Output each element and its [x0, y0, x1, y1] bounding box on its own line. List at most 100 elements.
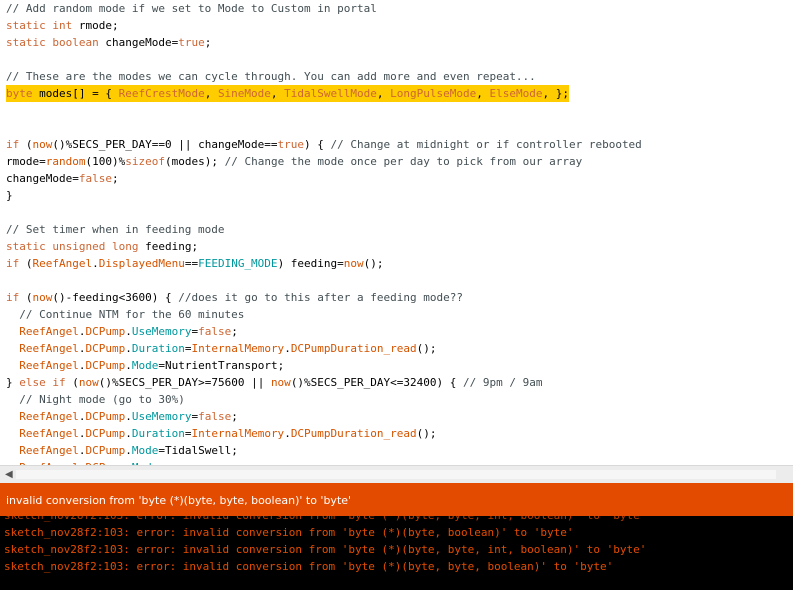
- code-token: byte: [6, 87, 33, 100]
- code-token: now: [78, 376, 99, 389]
- code-editor[interactable]: // Add random mode if we set to Mode to …: [0, 0, 793, 465]
- code-line[interactable]: [6, 204, 793, 221]
- code-token: ()%SECS_PER_DAY>=75600 ||: [98, 376, 271, 389]
- code-token: ();: [416, 342, 437, 355]
- code-line[interactable]: byte modes[] = { ReefCrestMode, SineMode…: [6, 85, 793, 102]
- code-line[interactable]: } else if (now()%SECS_PER_DAY>=75600 || …: [6, 374, 793, 391]
- code-token: ReefAngel: [19, 325, 79, 338]
- code-token: static: [6, 240, 46, 253]
- code-token: ;: [231, 410, 238, 423]
- code-token: UseMemory: [131, 410, 192, 423]
- code-token: rmode;: [72, 19, 119, 32]
- code-token: else: [19, 376, 46, 389]
- console-line: sketch_nov28f2:103: error: invalid conve…: [4, 526, 574, 539]
- code-token: InternalMemory: [191, 342, 285, 355]
- code-line-text: } else if (now()%SECS_PER_DAY>=75600 || …: [6, 376, 542, 389]
- code-token: ();: [416, 427, 437, 440]
- code-line[interactable]: ReefAngel.DCPump.UseMemory=false;: [6, 408, 793, 425]
- code-token: UseMemory: [131, 325, 192, 338]
- code-line[interactable]: if (now()-feeding<3600) { //does it go t…: [6, 289, 793, 306]
- code-token: .: [125, 410, 132, 423]
- code-line-text: if (now()%SECS_PER_DAY==0 || changeMode=…: [6, 138, 642, 151]
- code-token: }: [6, 376, 20, 389]
- code-line[interactable]: }: [6, 187, 793, 204]
- code-token: // Set timer when in feeding mode: [6, 223, 225, 236]
- code-token: (modes);: [165, 155, 225, 168]
- code-token: ,: [270, 87, 285, 100]
- code-line-text: // Add random mode if we set to Mode to …: [6, 2, 377, 15]
- code-token: //does it go to this after a feeding mod…: [178, 291, 463, 304]
- code-token: modes[] = {: [32, 87, 119, 100]
- code-line[interactable]: static int rmode;: [6, 17, 793, 34]
- code-line[interactable]: [6, 102, 793, 119]
- code-token: ==: [184, 257, 199, 270]
- code-token: if: [6, 291, 20, 304]
- code-line[interactable]: if (ReefAngel.DisplayedMenu==FEEDING_MOD…: [6, 255, 793, 272]
- code-token: if: [6, 257, 20, 270]
- code-line[interactable]: if (now()%SECS_PER_DAY==0 || changeMode=…: [6, 136, 793, 153]
- code-line-text: ReefAngel.DCPump.Mode=NutrientTransport;: [6, 359, 284, 372]
- code-line[interactable]: // Add random mode if we set to Mode to …: [6, 0, 793, 17]
- code-token: .: [92, 257, 99, 270]
- code-line[interactable]: // Night mode (go to 30%): [6, 391, 793, 408]
- code-line-text: if (now()-feeding<3600) { //does it go t…: [6, 291, 463, 304]
- console-line: sketch_nov28f2:103: error: invalid conve…: [4, 560, 614, 573]
- code-token: false: [198, 325, 232, 338]
- code-token: // Change at midnight or if controller r…: [330, 138, 642, 151]
- code-token: DisplayedMenu: [98, 257, 185, 270]
- code-line[interactable]: ReefAngel.DCPump.UseMemory=false;: [6, 323, 793, 340]
- code-line-text: rmode=random(100)%sizeof(modes); // Chan…: [6, 155, 582, 168]
- scrollbar-thumb[interactable]: [16, 470, 776, 479]
- code-token: ()%SECS_PER_DAY<=32400) {: [290, 376, 463, 389]
- code-line-text: ReefAngel.DCPump.Duration=InternalMemory…: [6, 342, 437, 355]
- code-token: (: [19, 257, 33, 270]
- code-token: ()-feeding<3600) {: [52, 291, 179, 304]
- code-token: .: [125, 427, 132, 440]
- code-line[interactable]: [6, 51, 793, 68]
- code-token: , };: [542, 87, 569, 100]
- code-token: now: [343, 257, 364, 270]
- code-token: Mode: [131, 444, 159, 457]
- code-token: now: [32, 291, 53, 304]
- code-line[interactable]: // Continue NTM for the 60 minutes: [6, 306, 793, 323]
- code-line[interactable]: ReefAngel.DCPump.Mode=NutrientTransport;: [6, 357, 793, 374]
- code-token: ();: [363, 257, 384, 270]
- code-token: // Night mode (go to 30%): [19, 393, 185, 406]
- code-token: LongPulseMode: [390, 87, 477, 100]
- console-output[interactable]: sketch_nov28f2:103: error: invalid conve…: [0, 516, 793, 590]
- code-line[interactable]: rmode=random(100)%sizeof(modes); // Chan…: [6, 153, 793, 170]
- code-token: ReefAngel: [19, 359, 79, 372]
- code-lines[interactable]: // Add random mode if we set to Mode to …: [0, 0, 793, 465]
- code-line-text: }: [6, 189, 13, 202]
- code-token: ) {: [304, 138, 331, 151]
- code-line-text: static unsigned long feeding;: [6, 240, 198, 253]
- scroll-left-icon[interactable]: ◀: [5, 469, 13, 480]
- code-line[interactable]: ReefAngel.DCPump.Duration=InternalMemory…: [6, 425, 793, 442]
- code-line[interactable]: static boolean changeMode=true;: [6, 34, 793, 51]
- code-line[interactable]: // Set timer when in feeding mode: [6, 221, 793, 238]
- code-line[interactable]: ReefAngel.DCPump.Mode=TidalSwell;: [6, 442, 793, 459]
- code-line[interactable]: static unsigned long feeding;: [6, 238, 793, 255]
- code-line[interactable]: [6, 272, 793, 289]
- code-token: random: [45, 155, 86, 168]
- code-line[interactable]: changeMode=false;: [6, 170, 793, 187]
- code-token: unsigned: [52, 240, 106, 253]
- error-message: invalid conversion from 'byte (*)(byte, …: [6, 494, 352, 507]
- code-line[interactable]: // These are the modes we can cycle thro…: [6, 68, 793, 85]
- console-line-partial: sketch_nov28f2:103: error: invalid conve…: [0, 516, 793, 524]
- code-line[interactable]: [6, 119, 793, 136]
- code-line-text: if (ReefAngel.DisplayedMenu==FEEDING_MOD…: [6, 257, 384, 270]
- code-token: true: [277, 138, 305, 151]
- code-token: TidalSwellMode: [284, 87, 377, 100]
- code-token: ,: [376, 87, 391, 100]
- code-token: ) feeding=: [277, 257, 344, 270]
- code-token: ReefAngel: [19, 342, 79, 355]
- code-line-text: // Set timer when in feeding mode: [6, 223, 225, 236]
- horizontal-scrollbar[interactable]: ◀: [0, 465, 793, 484]
- code-line[interactable]: ReefAngel.DCPump.Duration=InternalMemory…: [6, 340, 793, 357]
